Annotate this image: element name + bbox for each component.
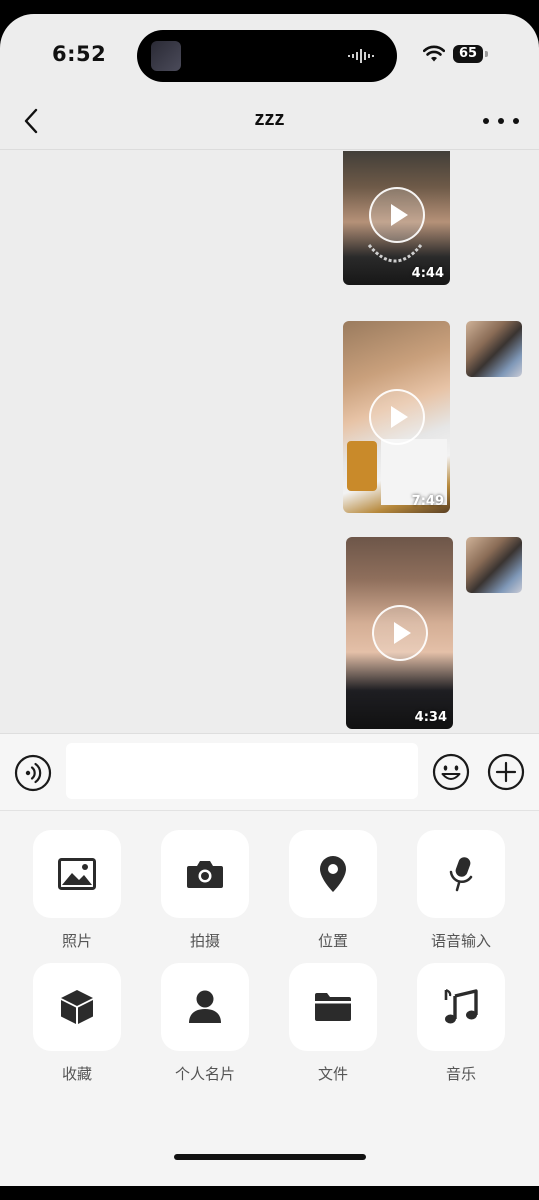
tool-camera-button[interactable] — [161, 830, 249, 918]
emoji-button[interactable] — [432, 753, 470, 791]
play-icon — [390, 406, 408, 428]
message-list[interactable]: 4:44 7:49 4:34 — [0, 151, 539, 733]
tool-voice-input[interactable]: 语音输入 — [411, 830, 511, 951]
tool-label: 个人名片 — [174, 1065, 235, 1083]
folder-icon — [315, 993, 351, 1021]
location-pin-icon — [320, 856, 346, 892]
tool-contact-card[interactable]: 个人名片 — [155, 963, 255, 1084]
tool-favorites-button[interactable] — [33, 963, 121, 1051]
voice-input-button[interactable] — [14, 754, 52, 792]
tool-photos-button[interactable] — [33, 830, 121, 918]
wifi-icon — [423, 45, 445, 62]
music-note-icon — [444, 988, 478, 1024]
more-options-button[interactable] — [483, 106, 519, 136]
chat-title: zzz — [254, 108, 285, 130]
message-input[interactable] — [66, 743, 418, 799]
video-duration: 4:34 — [414, 710, 447, 725]
tool-favorites[interactable]: 收藏 — [27, 963, 127, 1084]
tool-music-button[interactable] — [417, 963, 505, 1051]
tool-voice-input-button[interactable] — [417, 830, 505, 918]
tool-label: 照片 — [61, 932, 92, 950]
tool-label: 文件 — [317, 1065, 348, 1083]
video-duration: 7:49 — [411, 494, 444, 509]
cube-icon — [61, 990, 93, 1024]
play-icon — [393, 622, 411, 644]
person-icon — [189, 990, 221, 1023]
tool-label: 收藏 — [61, 1065, 92, 1083]
battery-indicator: 65 — [453, 45, 483, 63]
user-avatar[interactable] — [466, 537, 522, 593]
chat-header: zzz — [0, 94, 539, 150]
play-button[interactable] — [368, 389, 425, 445]
tool-location[interactable]: 位置 — [283, 830, 383, 951]
dynamic-island[interactable] — [137, 30, 397, 82]
more-dot-icon — [483, 118, 489, 124]
video-message[interactable]: 4:34 — [346, 537, 453, 729]
tool-camera[interactable]: 拍摄 — [155, 830, 255, 951]
tool-label: 语音输入 — [430, 932, 491, 950]
phone-screen: 6:52 65 zzz 4:44 7:49 4:34 照片 拍摄 位置 语音输入… — [0, 14, 539, 1186]
tool-label: 音乐 — [445, 1065, 476, 1083]
video-message[interactable]: 4:44 — [343, 151, 450, 285]
tool-photos[interactable]: 照片 — [27, 830, 127, 951]
more-functions-button[interactable] — [487, 753, 525, 791]
user-avatar[interactable] — [466, 321, 522, 377]
tool-contact-card-button[interactable] — [161, 963, 249, 1051]
tool-file-button[interactable] — [289, 963, 377, 1051]
input-bar — [0, 733, 539, 811]
camera-icon — [187, 861, 223, 888]
video-background-object — [347, 441, 377, 491]
tool-file[interactable]: 文件 — [283, 963, 383, 1084]
battery-tip — [485, 51, 488, 57]
microphone-icon — [449, 857, 473, 892]
tool-label: 位置 — [317, 932, 348, 950]
play-icon — [390, 204, 408, 226]
image-icon — [58, 858, 96, 890]
tool-location-button[interactable] — [289, 830, 377, 918]
more-dot-icon — [513, 118, 519, 124]
status-time: 6:52 — [52, 42, 107, 66]
play-button[interactable] — [371, 605, 428, 661]
play-button[interactable] — [368, 187, 425, 243]
video-message[interactable]: 7:49 — [343, 321, 450, 513]
video-duration: 4:44 — [411, 266, 444, 281]
tool-label: 拍摄 — [189, 932, 220, 950]
more-dot-icon — [498, 118, 504, 124]
home-indicator[interactable] — [174, 1154, 366, 1160]
function-panel: 照片 拍摄 位置 语音输入 收藏 个人名片 文件 音乐 — [0, 811, 539, 1186]
audio-wave-icon — [348, 49, 374, 63]
now-playing-thumbnail — [151, 41, 181, 71]
status-bar: 6:52 65 — [0, 14, 539, 94]
tool-music[interactable]: 音乐 — [411, 963, 511, 1084]
